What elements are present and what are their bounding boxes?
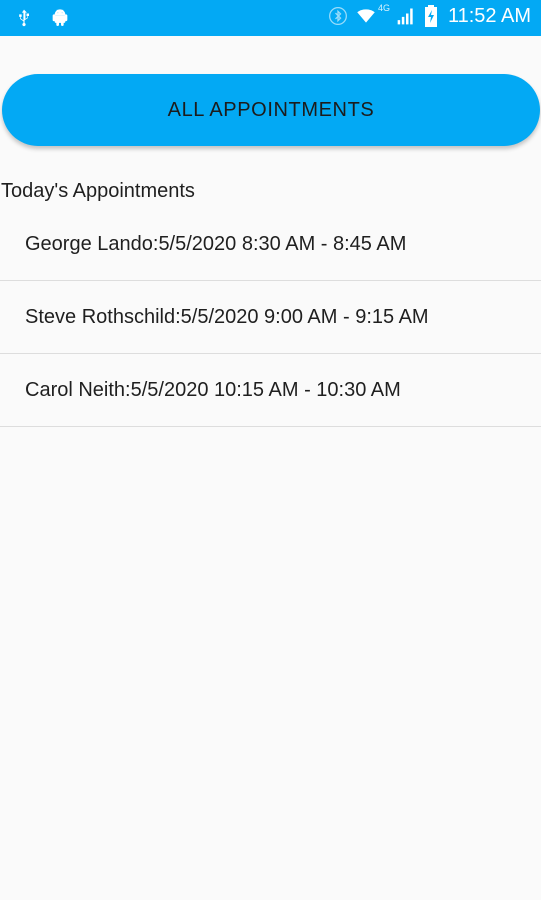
network-type-label: 4G [377, 3, 390, 13]
signal-icon [396, 4, 416, 28]
status-right-icons: 4G 11:52 AM [328, 3, 531, 28]
status-bar: 4G 11:52 AM [0, 0, 541, 36]
android-icon [50, 6, 70, 30]
appointment-item[interactable]: George Lando:5/5/2020 8:30 AM - 8:45 AM [0, 208, 541, 281]
appointment-list: George Lando:5/5/2020 8:30 AM - 8:45 AM … [0, 208, 541, 427]
status-time: 11:52 AM [447, 4, 531, 27]
bluetooth-icon [328, 4, 348, 28]
usb-icon [14, 6, 34, 30]
appointment-item[interactable]: Carol Neith:5/5/2020 10:15 AM - 10:30 AM [0, 354, 541, 427]
section-title: Today's Appointments [1, 180, 195, 202]
battery-icon [424, 4, 438, 28]
all-appointments-button[interactable]: ALL APPOINTMENTS [2, 74, 540, 146]
status-left-icons [14, 6, 70, 30]
appointment-item[interactable]: Steve Rothschild:5/5/2020 9:00 AM - 9:15… [0, 281, 541, 354]
wifi-icon [356, 4, 376, 28]
